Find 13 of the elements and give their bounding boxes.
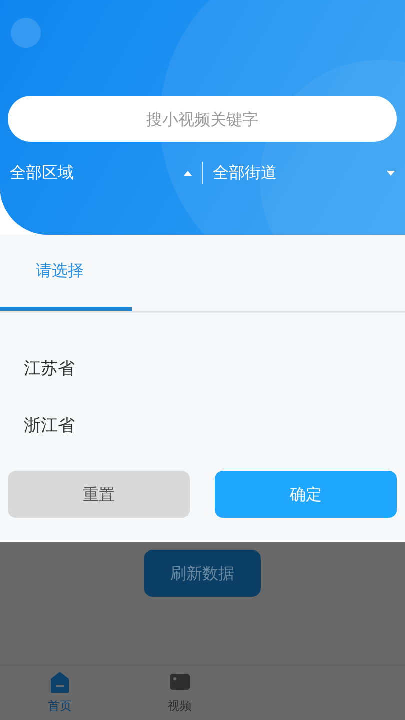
- refresh-button[interactable]: 刷新数据: [144, 550, 261, 597]
- tab-bar-item[interactable]: 首页: [0, 666, 120, 720]
- option-item[interactable]: 浙江省: [0, 398, 405, 455]
- filter-dropdown[interactable]: 全部区域: [0, 158, 202, 188]
- confirm-button[interactable]: 确定: [215, 471, 397, 518]
- picker-tab[interactable]: 请选择: [0, 235, 405, 307]
- video-icon: [169, 671, 191, 693]
- reset-button[interactable]: 重置: [8, 471, 190, 518]
- option-item[interactable]: 江苏省: [0, 341, 405, 398]
- filter-dropdown[interactable]: 全部街道: [203, 158, 405, 188]
- home-icon: [49, 671, 71, 693]
- tab-bar-item[interactable]: 视频: [120, 666, 240, 720]
- search-field[interactable]: 搜小视频关键字: [8, 96, 397, 142]
